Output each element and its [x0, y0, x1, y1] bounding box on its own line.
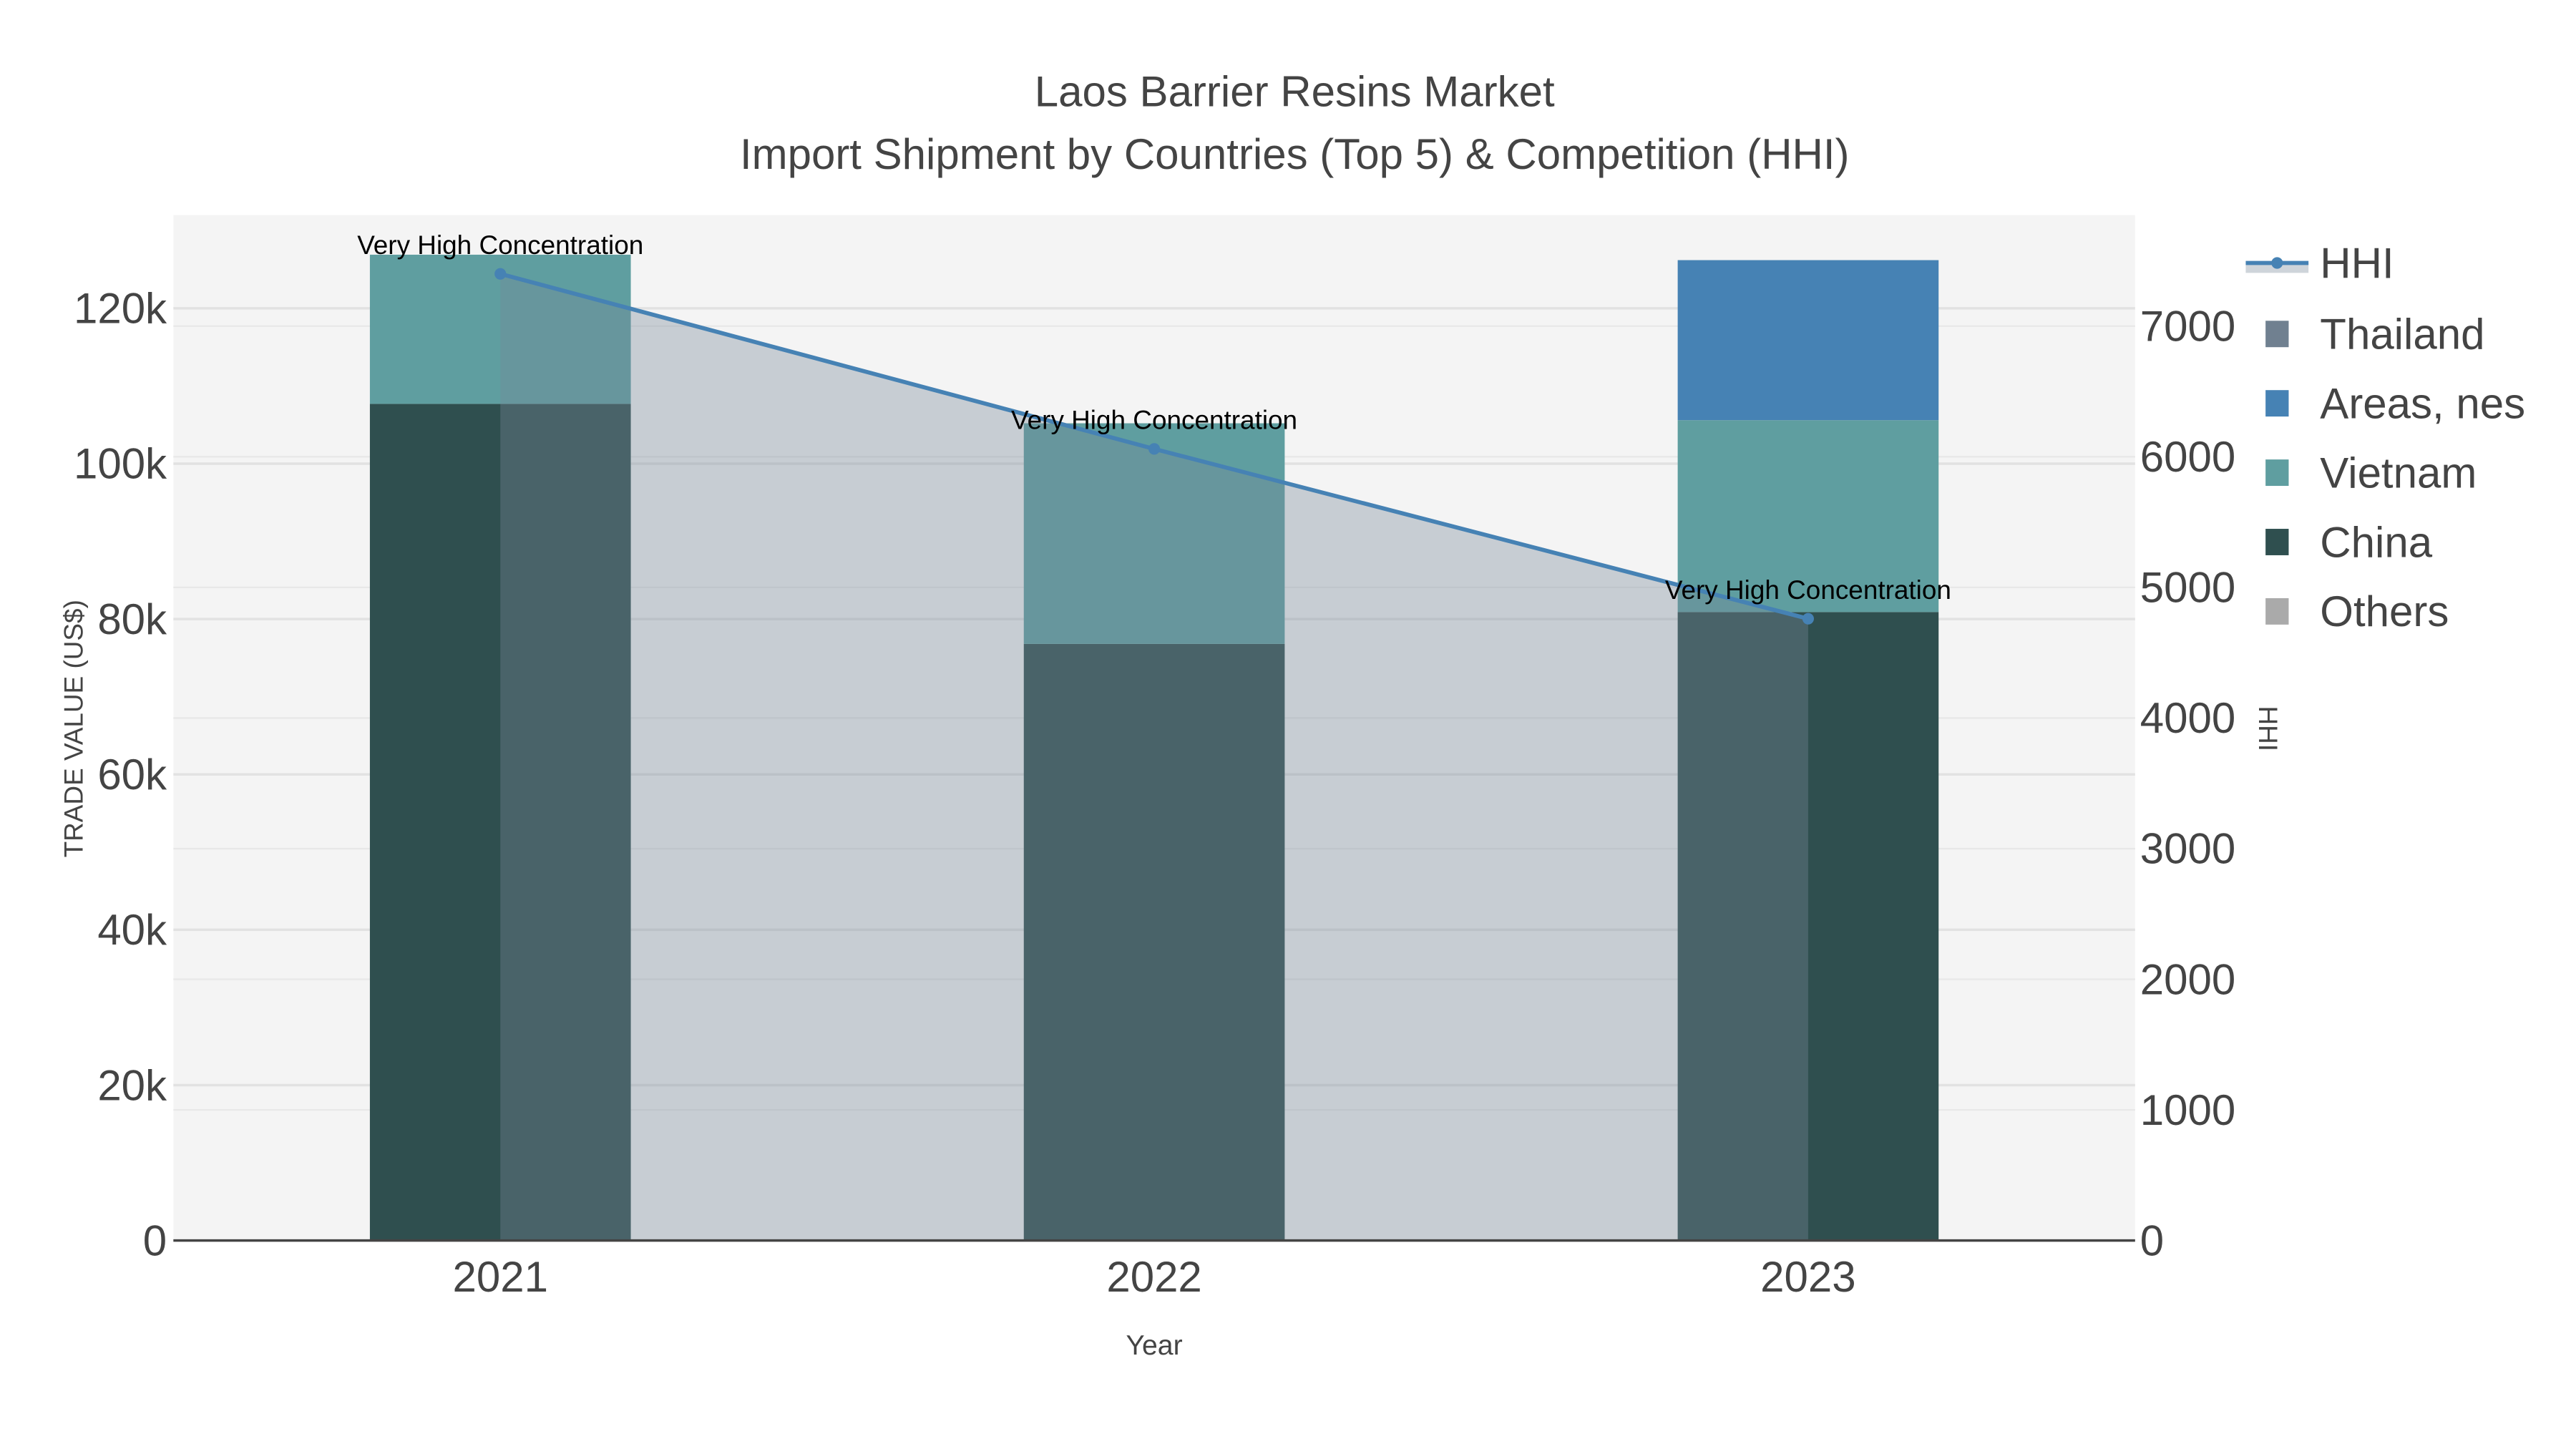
x-tick-label: 2022 — [1106, 1253, 1201, 1301]
y2-tick-label: 0 — [2140, 1216, 2164, 1264]
y2-tick-label: 1000 — [2140, 1086, 2235, 1134]
y-tick-label: 80k — [97, 595, 167, 643]
legend-label-vietnam: Vietnam — [2320, 449, 2477, 497]
hhi-point-2023 — [1802, 613, 1814, 625]
chart-container: 0 20k 40k 60k 80k 100k 120k 0 1000 2000 3000 4000 50… — [0, 0, 2576, 1449]
legend-swatch-vietnam — [2265, 459, 2289, 487]
legend-label-hhi: HHI — [2320, 239, 2394, 287]
bar-areas-nes-2023 — [1677, 260, 1939, 421]
x-axis-title: Year — [1126, 1330, 1182, 1361]
y2-tick-label: 2000 — [2140, 955, 2235, 1003]
y-tick-label: 100k — [74, 440, 167, 488]
hhi-annotation: Very High Concentration — [1011, 406, 1297, 435]
hhi-point-2022 — [1148, 443, 1161, 455]
hhi-annotation: Very High Concentration — [1665, 575, 1951, 605]
legend-swatch-thailand — [2265, 321, 2289, 348]
x-tick-label: 2021 — [452, 1253, 547, 1301]
y-tick-label: 20k — [97, 1061, 167, 1109]
chart-title: Laos Barrier Resins Market — [1035, 67, 1555, 115]
y-tick-label: 60k — [97, 751, 167, 799]
legend-label-others: Others — [2320, 587, 2449, 635]
y2-tick-label: 7000 — [2140, 303, 2235, 351]
y-tick-label: 120k — [74, 285, 167, 333]
y2-tick-label: 4000 — [2140, 694, 2235, 742]
legend-label-areas-nes: Areas, nes — [2320, 379, 2525, 427]
y2-tick-label: 6000 — [2140, 433, 2235, 481]
y-tick-label: 40k — [97, 906, 167, 954]
legend-swatch-areas-nes — [2265, 390, 2289, 417]
hhi-annotation: Very High Concentration — [357, 230, 643, 260]
y-axis-title: TRADE VALUE (US$) — [59, 600, 88, 857]
y-tick-label: 0 — [143, 1216, 167, 1264]
chart-subtitle: Import Shipment by Countries (Top 5) & C… — [740, 130, 1850, 178]
legend-hhi-marker — [2271, 257, 2283, 269]
legend-label-china: China — [2320, 518, 2432, 566]
chart: 0 20k 40k 60k 80k 100k 120k 0 1000 2000 3000 4000 50… — [0, 0, 2576, 1449]
legend-swatch-others — [2265, 597, 2289, 625]
legend-swatch-china — [2265, 529, 2289, 555]
y2-axis-title: HHI — [2253, 706, 2283, 751]
hhi-point-2021 — [494, 268, 507, 280]
legend-label-thailand: Thailand — [2320, 310, 2484, 358]
x-tick-label: 2023 — [1760, 1253, 1855, 1301]
y2-tick-label: 3000 — [2140, 825, 2235, 873]
y2-tick-label: 5000 — [2140, 564, 2235, 612]
